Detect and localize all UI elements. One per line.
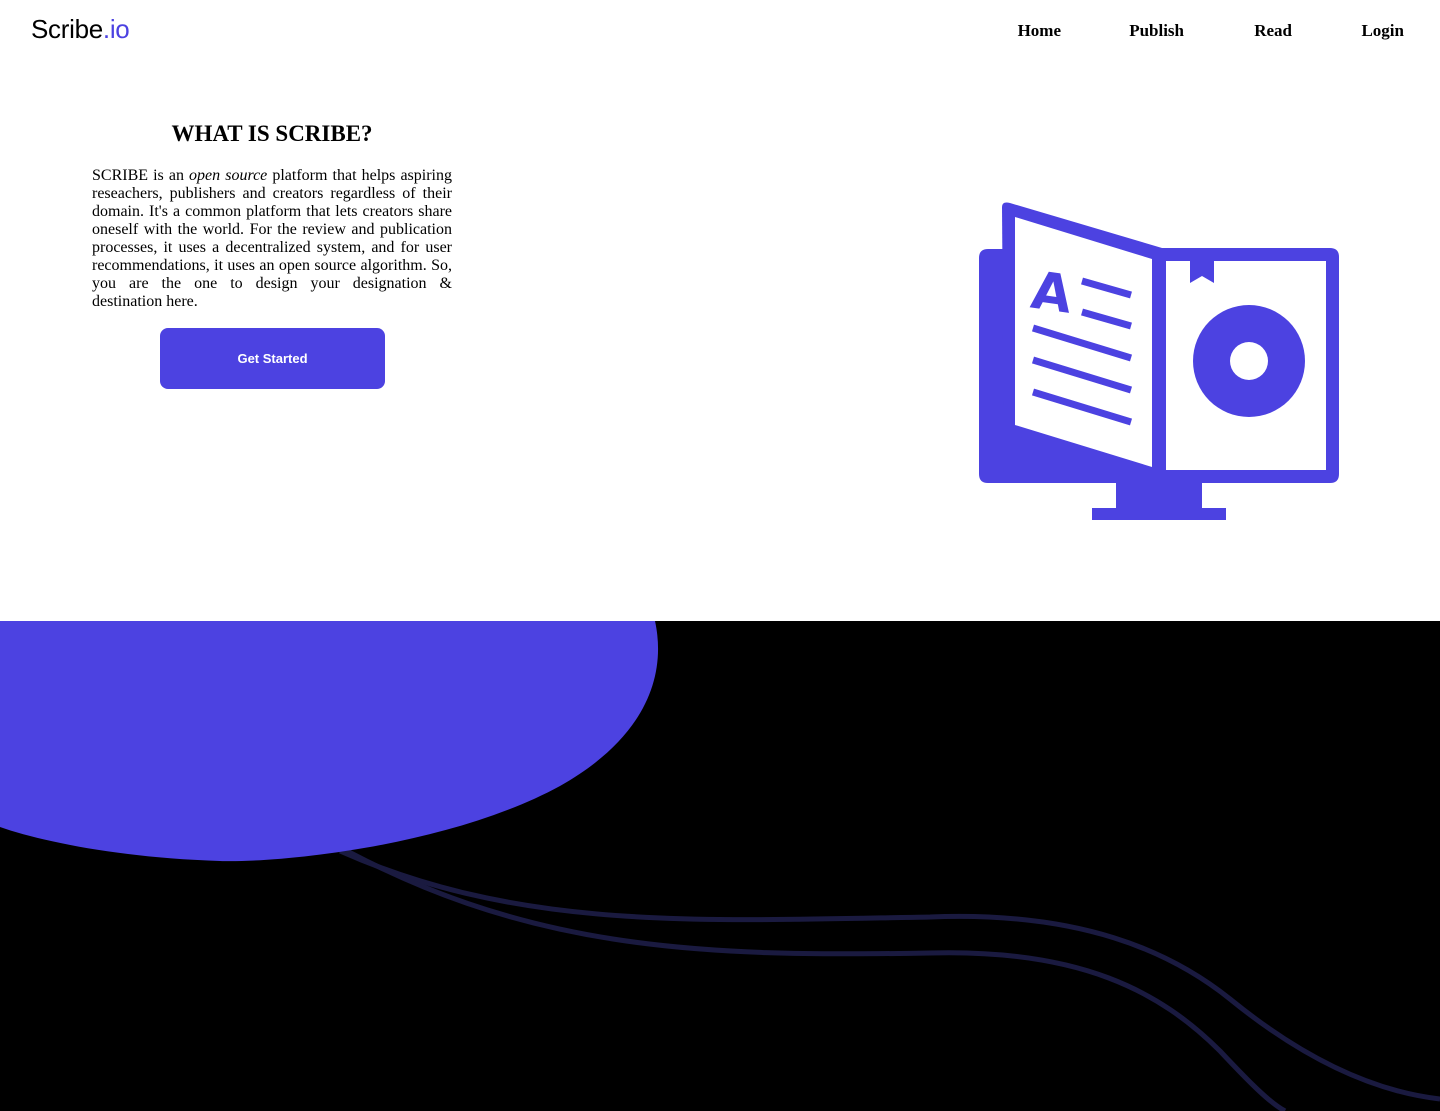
footer-wave xyxy=(338,848,1440,1102)
nav-login[interactable]: Login xyxy=(1361,20,1404,42)
brand-suffix: .io xyxy=(102,14,130,44)
monitor-base xyxy=(1092,508,1226,520)
brand-logo[interactable]: Scribe.io xyxy=(31,12,130,46)
footer-blob xyxy=(0,621,659,862)
disc-hole xyxy=(1230,342,1268,380)
hero-description: SCRIBE is an open source platform that h… xyxy=(92,167,452,311)
monitor-neck xyxy=(1116,482,1202,510)
nav-publish[interactable]: Publish xyxy=(1129,20,1184,42)
hero-desc-emphasis: open source xyxy=(189,167,268,184)
hero-desc-start: SCRIBE is an xyxy=(92,167,190,184)
hero-title: WHAT IS SCRIBE? xyxy=(171,121,373,146)
page-letter: A xyxy=(1028,261,1076,326)
footer-wave xyxy=(318,833,1287,1111)
footer-band xyxy=(0,621,1440,1111)
get-started-button[interactable]: Get Started xyxy=(160,328,385,389)
nav-read[interactable]: Read xyxy=(1254,20,1292,42)
hero-desc-end: platform that helps aspiring reseachers,… xyxy=(92,167,452,310)
brand-name: Scribe xyxy=(31,14,103,44)
nav-home[interactable]: Home xyxy=(1018,20,1061,42)
book-monitor-icon: A xyxy=(975,198,1345,524)
